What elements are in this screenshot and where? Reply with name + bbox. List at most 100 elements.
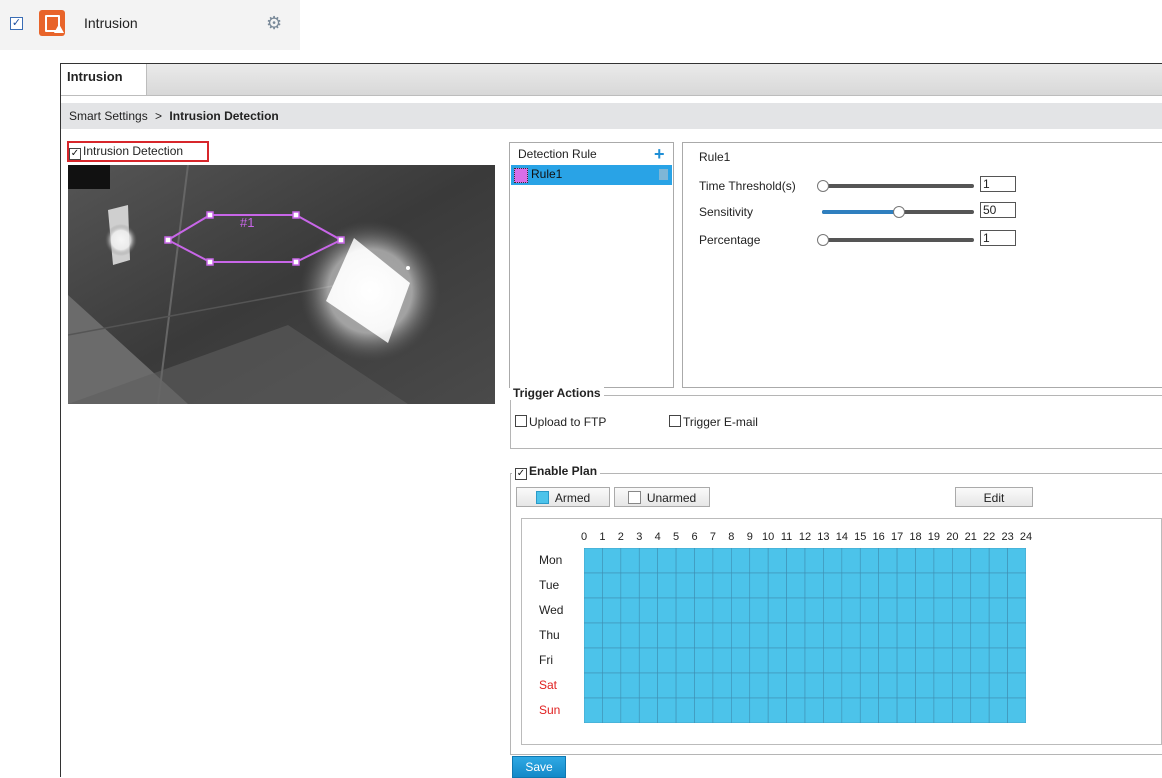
percentage-knob[interactable]	[817, 234, 829, 246]
schedule-cell[interactable]	[1007, 647, 1026, 674]
schedule-cell[interactable]	[841, 672, 861, 699]
schedule-cell[interactable]	[970, 672, 990, 699]
schedule-cell[interactable]	[823, 697, 843, 723]
schedule-cell[interactable]	[584, 672, 603, 699]
schedule-cell[interactable]	[988, 597, 1008, 624]
schedule-cell[interactable]	[859, 622, 879, 649]
schedule-cell[interactable]	[638, 647, 658, 674]
schedule-cell[interactable]	[767, 622, 787, 649]
schedule-cell[interactable]	[988, 672, 1008, 699]
schedule-cell[interactable]	[823, 597, 843, 624]
schedule-cell[interactable]	[657, 647, 677, 674]
schedule-cell[interactable]	[933, 672, 953, 699]
schedule-cell[interactable]	[878, 672, 898, 699]
schedule-cell[interactable]	[988, 647, 1008, 674]
schedule-cell[interactable]	[915, 597, 935, 624]
schedule-cell[interactable]	[952, 548, 972, 574]
schedule-cell[interactable]	[988, 697, 1008, 723]
sensitivity-slider[interactable]	[822, 206, 974, 218]
schedule-cell[interactable]	[804, 548, 824, 574]
schedule-cell[interactable]	[602, 622, 622, 649]
trigger-email-checkbox[interactable]	[669, 415, 681, 427]
percentage-slider[interactable]	[817, 234, 974, 246]
schedule-cell[interactable]	[823, 672, 843, 699]
schedule-cell[interactable]	[731, 548, 751, 574]
schedule-cell[interactable]	[933, 622, 953, 649]
schedule-cell[interactable]	[859, 548, 879, 574]
schedule-cell[interactable]	[694, 572, 714, 599]
schedule-cell[interactable]	[988, 548, 1008, 574]
schedule-cell[interactable]	[1007, 697, 1026, 723]
sensitivity-input[interactable]: 50	[980, 202, 1016, 218]
schedule-cell[interactable]	[970, 647, 990, 674]
schedule-cell[interactable]	[1007, 548, 1026, 574]
schedule-cell[interactable]	[804, 572, 824, 599]
schedule-cell[interactable]	[878, 597, 898, 624]
schedule-cell[interactable]	[602, 697, 622, 723]
schedule-cell[interactable]	[970, 572, 990, 599]
schedule-cell[interactable]	[915, 647, 935, 674]
schedule-cell[interactable]	[841, 572, 861, 599]
schedule-cell[interactable]	[767, 697, 787, 723]
schedule-cell[interactable]	[823, 647, 843, 674]
schedule-cell[interactable]	[731, 647, 751, 674]
delete-rule-icon[interactable]	[659, 169, 668, 180]
schedule-cell[interactable]	[804, 597, 824, 624]
schedule-cell[interactable]	[602, 548, 622, 574]
schedule-cell[interactable]	[970, 548, 990, 574]
schedule-cell[interactable]	[638, 572, 658, 599]
schedule-cell[interactable]	[731, 572, 751, 599]
schedule-cell[interactable]	[712, 697, 732, 723]
schedule-cell[interactable]	[584, 597, 603, 624]
schedule-cell[interactable]	[749, 697, 769, 723]
schedule-cell[interactable]	[988, 572, 1008, 599]
schedule-cell[interactable]	[804, 672, 824, 699]
schedule-cell[interactable]	[878, 548, 898, 574]
upload-ftp-checkbox[interactable]	[515, 415, 527, 427]
schedule-cell[interactable]	[767, 572, 787, 599]
schedule-cell[interactable]	[786, 697, 806, 723]
schedule-cell[interactable]	[638, 597, 658, 624]
schedule-cell[interactable]	[712, 647, 732, 674]
schedule-cell[interactable]	[749, 548, 769, 574]
schedule-cell[interactable]	[767, 548, 787, 574]
video-preview[interactable]: #1	[68, 165, 495, 404]
schedule-cell[interactable]	[620, 548, 640, 574]
schedule-cell[interactable]	[896, 548, 916, 574]
schedule-cell[interactable]	[988, 622, 1008, 649]
schedule-cell[interactable]	[602, 572, 622, 599]
schedule-cell[interactable]	[952, 597, 972, 624]
sensitivity-knob[interactable]	[893, 206, 905, 218]
schedule-cell[interactable]	[749, 597, 769, 624]
schedule-cell[interactable]	[841, 597, 861, 624]
schedule-cell[interactable]	[786, 647, 806, 674]
breadcrumb-parent[interactable]: Smart Settings	[69, 109, 148, 123]
schedule-cell[interactable]	[933, 572, 953, 599]
schedule-cell[interactable]	[878, 572, 898, 599]
armed-button[interactable]: Armed	[516, 487, 610, 507]
schedule-cell[interactable]	[657, 672, 677, 699]
schedule-cell[interactable]	[970, 622, 990, 649]
trigger-email-option[interactable]: Trigger E-mail	[669, 415, 758, 429]
schedule-cell[interactable]	[896, 622, 916, 649]
schedule-cell[interactable]	[823, 548, 843, 574]
enable-plan-toggle[interactable]: ✓ Enable Plan	[512, 464, 601, 480]
enable-plan-checkbox[interactable]: ✓	[515, 468, 527, 480]
schedule-cell[interactable]	[878, 622, 898, 649]
schedule-cell[interactable]	[731, 597, 751, 624]
upload-ftp-option[interactable]: Upload to FTP	[515, 415, 606, 429]
schedule-cell[interactable]	[712, 548, 732, 574]
schedule-cell[interactable]	[786, 548, 806, 574]
schedule-cell[interactable]	[675, 622, 695, 649]
schedule-cell[interactable]	[878, 647, 898, 674]
schedule-cell[interactable]	[712, 597, 732, 624]
schedule-cell[interactable]	[694, 697, 714, 723]
schedule-cell[interactable]	[749, 672, 769, 699]
time-threshold-slider[interactable]	[817, 180, 974, 192]
schedule-cell[interactable]	[767, 672, 787, 699]
schedule-cell[interactable]	[786, 672, 806, 699]
schedule-cell[interactable]	[657, 597, 677, 624]
schedule-cell[interactable]	[749, 572, 769, 599]
schedule-cell[interactable]	[620, 572, 640, 599]
schedule-cell[interactable]	[823, 622, 843, 649]
